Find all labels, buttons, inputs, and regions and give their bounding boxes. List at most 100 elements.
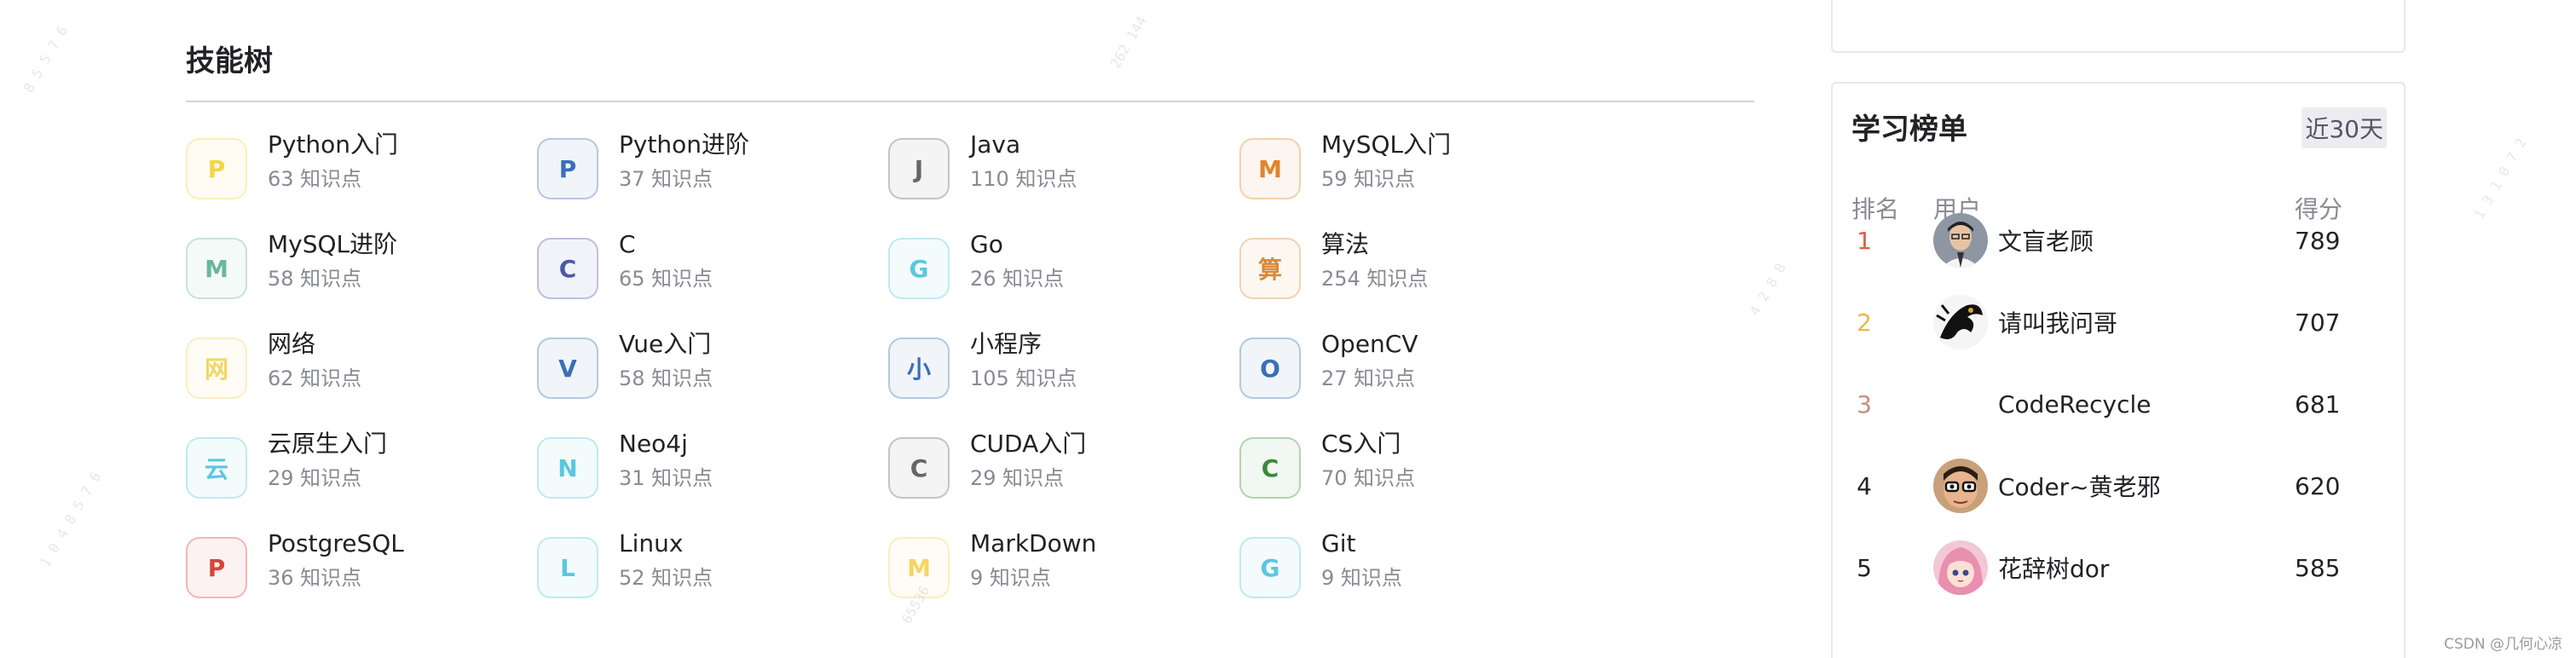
skill-text: PostgreSQL 36 知识点 [268,527,404,595]
skill-badge-icon: 算 [1239,238,1301,299]
top-card [1831,0,2406,53]
avatar[interactable] [1933,540,1988,595]
rank-score: 620 [2295,471,2341,500]
rank-username[interactable]: Coder~黄老邪 [1998,469,2161,503]
skill-count: 26 知识点 [970,267,1065,291]
skill-item[interactable]: M MySQL进阶 58 知识点 [186,228,537,327]
skill-count: 105 知识点 [970,367,1077,390]
skill-badge-icon: O [1239,338,1301,399]
skill-item[interactable]: V Vue入门 58 知识点 [537,327,888,427]
skill-item[interactable]: N Neo4j 31 知识点 [537,427,888,527]
skill-badge-icon: M [186,238,247,299]
skill-badge-icon: G [1239,537,1301,598]
skill-count: 58 知识点 [619,367,713,390]
skill-item[interactable]: M MySQL入门 59 知识点 [1239,128,1591,228]
background-decoration: 1 0 4 8 5 7 6 [37,469,105,570]
skill-count: 9 知识点 [1321,566,1402,590]
skill-item[interactable]: P Python入门 63 知识点 [186,128,537,228]
skill-count: 62 知识点 [268,367,362,390]
skill-item[interactable]: C CS入门 70 知识点 [1239,427,1591,527]
skill-badge-icon: C [537,238,598,299]
skill-count: 27 知识点 [1321,367,1416,390]
skill-text: 网络 62 知识点 [268,327,361,395]
skill-badge-icon: 小 [888,338,950,399]
rank-score: 681 [2295,390,2341,418]
divider [186,101,1754,102]
skill-name: Git [1321,529,1356,557]
skill-name: C [619,230,636,258]
ranking-row[interactable]: 2 请叫我问哥 707 [1851,291,2388,353]
rank-username[interactable]: CodeRecycle [1998,390,2151,418]
skill-name: Neo4j [619,430,688,458]
avatar[interactable] [1933,459,1988,513]
rank-number: 2 [1857,308,1872,337]
skill-count: 63 知识点 [268,167,362,191]
skill-text: CS入门 70 知识点 [1321,427,1415,495]
skill-badge-icon: V [537,338,598,399]
skill-item[interactable]: 网网络 62 知识点 [186,327,537,427]
rank-username[interactable]: 请叫我问哥 [1998,305,2117,339]
rank-username[interactable]: 花辞树dor [1998,551,2109,585]
skill-text: 云原生入门 29 知识点 [268,427,387,495]
skill-count: 29 知识点 [268,466,362,490]
background-decoration: 1 3 1 0 7 2 [2470,135,2530,222]
skill-item[interactable]: C CUDA入门 29 知识点 [888,427,1239,527]
rank-number: 1 [1857,226,1872,255]
skill-name: 算法 [1321,230,1370,258]
skill-name: Python进阶 [619,130,750,159]
ranking-row[interactable]: 3 CodeRecycle 681 [1851,373,2388,435]
skill-name: MySQL进阶 [268,230,398,258]
skill-item[interactable]: P PostgreSQL 36 知识点 [186,527,537,626]
skill-text: Neo4j 31 知识点 [619,427,713,495]
skill-name: MarkDown [970,529,1097,557]
skill-badge-icon: N [537,437,598,499]
skill-badge-icon: M [888,537,950,598]
ranking-row[interactable]: 1 文盲老顾 789 [1851,210,2388,271]
skill-item[interactable]: O OpenCV 27 知识点 [1239,327,1591,427]
skill-item[interactable]: P Python进阶 37 知识点 [537,128,888,228]
skill-count: 36 知识点 [268,566,362,590]
skill-count: 29 知识点 [970,466,1065,490]
skill-badge-icon: P [186,537,247,598]
skill-text: MySQL入门 59 知识点 [1321,128,1451,196]
skill-item[interactable]: 算算法 254 知识点 [1239,228,1591,327]
skill-item[interactable]: C C 65 知识点 [537,228,888,327]
rank-number: 4 [1857,471,1872,500]
period-filter-button[interactable]: 近30天 [2302,107,2387,148]
skill-text: Java 110 知识点 [970,128,1077,196]
skill-item[interactable]: L Linux 52 知识点 [537,527,888,626]
skill-name: 云原生入门 [268,430,388,458]
skill-item[interactable]: G Go 26 知识点 [888,228,1239,327]
skill-count: 37 知识点 [619,167,713,191]
skill-name: Linux [619,529,684,557]
avatar[interactable] [1933,213,1988,268]
skill-count: 59 知识点 [1321,167,1416,191]
skill-text: Git 9 知识点 [1321,527,1402,595]
ranking-row[interactable]: 4 Coder~黄老邪 620 [1851,455,2388,517]
skill-badge-icon: G [888,238,950,299]
avatar[interactable] [1933,295,1988,349]
skill-text: Vue入门 58 知识点 [619,327,713,395]
watermark: CSDN @几何心凉 [2444,636,2562,653]
skill-count: 9 知识点 [970,566,1051,590]
rank-score: 789 [2295,226,2341,255]
page: 8 5 5 7 6 262 144 65536 4 2 8 8 1 3 1 0 … [0,0,2576,658]
skill-item[interactable]: 小小程序 105 知识点 [888,327,1239,427]
skill-text: 算法 254 知识点 [1321,228,1428,296]
skill-count: 58 知识点 [268,267,362,291]
skill-tree-title: 技能树 [186,44,273,78]
skill-grid: P Python入门 63 知识点 P Python进阶 37 知识点 J Java 110 知… [186,128,1754,626]
skill-text: Linux 52 知识点 [619,527,713,595]
skill-name: PostgreSQL [268,529,404,557]
rank-username[interactable]: 文盲老顾 [1998,223,2094,257]
skill-text: OpenCV 27 知识点 [1321,327,1418,395]
skill-item[interactable]: M MarkDown 9 知识点 [888,527,1239,626]
skill-item[interactable]: J Java 110 知识点 [888,128,1239,228]
skill-name: Go [970,230,1003,258]
skill-item[interactable]: 云云原生入门 29 知识点 [186,427,537,527]
ranking-row[interactable]: 5 花辞树dor 585 [1851,537,2388,598]
skill-item[interactable]: G Git 9 知识点 [1239,527,1591,626]
rank-score: 707 [2295,308,2341,337]
ranking-card: 学习榜单 近30天 排名 用户 得分 1 文盲老顾 789 2 请叫我问哥 707 3 Cod… [1831,82,2406,658]
skill-text: C 65 知识点 [619,228,713,296]
